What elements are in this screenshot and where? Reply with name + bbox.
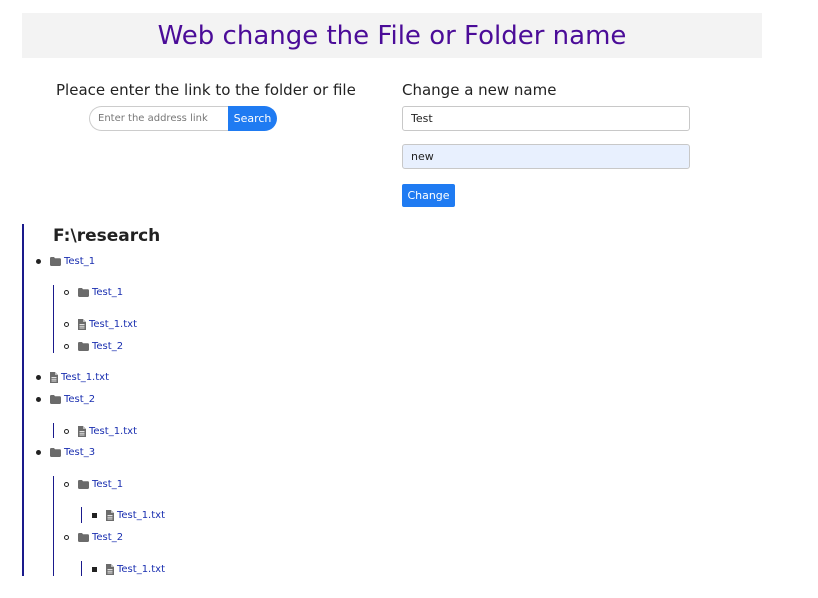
tree-file-item: Test_1.txt (36, 370, 109, 384)
folder-icon (50, 256, 61, 266)
folder-link[interactable]: Test_2 (64, 394, 95, 405)
list-bullet (64, 428, 69, 434)
folder-icon (78, 479, 89, 489)
current-name-input[interactable] (402, 106, 690, 131)
list-bullet (64, 289, 69, 295)
folder-link[interactable]: Test_1 (92, 287, 123, 298)
tree-folder-item: Test_1 (36, 254, 95, 268)
rename-label: Change a new name (402, 80, 556, 99)
tree-guide-line (81, 561, 82, 576)
list-bullet (92, 566, 97, 572)
tree-guide-line (53, 423, 54, 438)
list-bullet (36, 374, 41, 380)
file-icon (78, 425, 86, 437)
tree-guide-line (53, 285, 54, 353)
file-icon (78, 318, 86, 330)
tree-folder-item: Test_3 (36, 445, 95, 459)
search-group: Search (89, 106, 277, 131)
tree-folder-item: Test_1 (64, 477, 123, 491)
file-icon (50, 371, 58, 383)
list-bullet (36, 396, 41, 402)
change-button[interactable]: Change (402, 184, 455, 207)
folder-link[interactable]: Test_3 (64, 447, 95, 458)
tree-file-item: Test_1.txt (64, 424, 137, 438)
list-bullet (36, 258, 41, 264)
rename-label-text: Change a new name (402, 81, 557, 99)
list-bullet (36, 449, 41, 455)
search-label-text: Pleace enter the link to the folder or f… (56, 81, 356, 99)
root-path: F:\research (53, 226, 161, 246)
tree-file-item: Test_1.txt (64, 317, 137, 331)
file-icon (106, 509, 114, 521)
page-title: Web change the File or Folder name (157, 20, 627, 51)
folder-link[interactable]: Test_1 (92, 479, 123, 490)
file-icon (106, 563, 114, 575)
folder-icon (50, 447, 61, 457)
list-bullet (64, 321, 69, 327)
folder-icon (78, 287, 89, 297)
tree-file-item: Test_1.txt (92, 508, 165, 522)
folder-tree: F:\research Test_1 Test_1 Test_1.txt Test_2… (22, 224, 424, 576)
search-label: Pleace enter the link to the folder or f… (56, 80, 356, 99)
folder-icon (78, 532, 89, 542)
tree-guide-line (53, 476, 54, 576)
folder-link[interactable]: Test_2 (92, 532, 123, 543)
header-banner: Web change the File or Folder name (22, 13, 762, 58)
folder-icon (50, 394, 61, 404)
search-button[interactable]: Search (228, 106, 277, 131)
file-link[interactable]: Test_1.txt (89, 319, 137, 330)
list-bullet (64, 343, 69, 349)
list-bullet (64, 534, 69, 540)
folder-link[interactable]: Test_2 (92, 341, 123, 352)
tree-folder-item: Test_1 (64, 285, 123, 299)
file-link[interactable]: Test_1.txt (117, 510, 165, 521)
tree-folder-item: Test_2 (36, 392, 95, 406)
file-link[interactable]: Test_1.txt (117, 564, 165, 575)
file-link[interactable]: Test_1.txt (61, 372, 109, 383)
tree-folder-item: Test_2 (64, 339, 123, 353)
tree-folder-item: Test_2 (64, 530, 123, 544)
tree-guide-line (81, 507, 82, 523)
folder-icon (78, 341, 89, 351)
tree-file-item: Test_1.txt (92, 562, 165, 576)
file-link[interactable]: Test_1.txt (89, 426, 137, 437)
list-bullet (64, 481, 69, 487)
list-bullet (92, 512, 97, 518)
new-name-input[interactable] (402, 144, 690, 169)
folder-link[interactable]: Test_1 (64, 256, 95, 267)
address-input[interactable] (89, 106, 228, 131)
